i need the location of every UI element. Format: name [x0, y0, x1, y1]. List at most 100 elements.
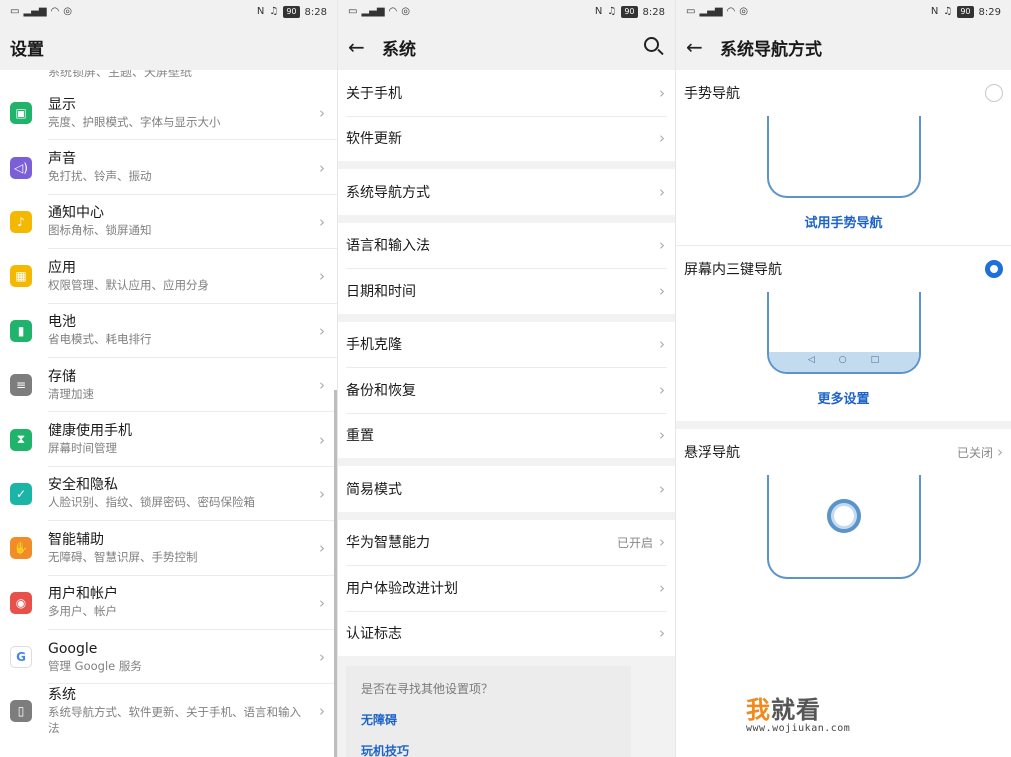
wifi-icon: ◠: [388, 6, 398, 17]
sync-icon: ◎: [63, 6, 72, 17]
system-item[interactable]: 系统导航方式 ›: [338, 169, 675, 215]
system-item[interactable]: 认证标志 ›: [338, 610, 675, 657]
settings-item-title: 用户和帐户: [48, 586, 118, 603]
settings-item-title: 存储: [48, 368, 76, 385]
apps-icon: ▦: [10, 265, 32, 288]
gesture-nav-row[interactable]: 手势导航: [676, 70, 1011, 116]
settings-item[interactable]: ◉ 用户和帐户 多用户、帐户 ›: [0, 576, 337, 630]
system-item-label: 系统导航方式: [346, 184, 430, 201]
back-triangle-icon: ◁: [807, 355, 815, 365]
three-key-nav-radio[interactable]: [985, 260, 1003, 278]
system-item[interactable]: 重置 ›: [338, 412, 675, 459]
system-item-label: 手机克隆: [346, 337, 402, 354]
chevron-right-icon: ›: [659, 380, 665, 399]
settings-item[interactable]: ✋ 智能辅助 无障碍、智慧识屏、手势控制 ›: [0, 521, 337, 576]
more-settings-button[interactable]: 更多设置: [676, 374, 1011, 421]
three-key-nav-option[interactable]: 屏幕内三键导航 ◁ ○ □ 更多设置: [676, 246, 1011, 421]
settings-item-subtitle: 免打扰、铃声、振动: [48, 169, 152, 184]
home-circle-icon: ○: [838, 355, 847, 365]
settings-item[interactable]: ⧗ 健康使用手机 屏幕时间管理 ›: [0, 412, 337, 467]
settings-item[interactable]: G Google 管理 Google 服务 ›: [0, 630, 337, 685]
bell-icon: ♪: [10, 210, 32, 233]
wifi-icon: ◠: [726, 6, 736, 17]
chevron-right-icon: ›: [319, 321, 325, 340]
chevron-right-icon: ›: [659, 236, 665, 255]
try-gesture-button[interactable]: 试用手势导航: [676, 198, 1011, 245]
settings-item-subtitle: 省电模式、耗电排行: [48, 332, 152, 347]
navigation-panel: ▭ ▂▄▆ ◠ ◎ N ♫ 90 8:29 ← 系统导航方式 手势导航 试用手势…: [676, 0, 1011, 757]
status-bar: ▭ ▂▄▆ ◠ ◎ N ♫ 90 8:28: [0, 0, 337, 24]
chevron-right-icon: ›: [319, 593, 325, 612]
gesture-nav-radio[interactable]: [985, 84, 1003, 102]
system-item[interactable]: 关于手机 ›: [338, 70, 675, 116]
settings-item[interactable]: ▯ 系统 系统导航方式、软件更新、关于手机、语言和输入法 ›: [0, 684, 337, 738]
system-item[interactable]: 软件更新 ›: [338, 115, 675, 162]
settings-item-title: 智能辅助: [48, 531, 104, 548]
settings-item[interactable]: ◁) 声音 免打扰、铃声、振动 ›: [0, 140, 337, 195]
settings-group: 手机克隆 › 备份和恢复 › 重置 ›: [338, 321, 675, 459]
back-arrow-icon[interactable]: ←: [348, 35, 382, 59]
chevron-right-icon: ›: [319, 267, 325, 286]
system-item[interactable]: 用户体验改进计划 ›: [338, 565, 675, 611]
settings-item-subtitle: 图标角标、锁屏通知: [48, 223, 152, 238]
settings-group: 系统导航方式 ›: [338, 169, 675, 215]
chevron-right-icon: ›: [319, 648, 325, 667]
float-nav-row[interactable]: 悬浮导航 已关闭 ›: [676, 429, 1011, 475]
settings-item[interactable]: ▣ 显示 亮度、护眼模式、字体与显示大小 ›: [0, 86, 337, 141]
settings-item-subtitle: 屏幕时间管理: [48, 441, 117, 456]
gesture-phone-illustration: [766, 116, 921, 198]
tips-link[interactable]: 玩机技巧: [361, 742, 616, 757]
system-item[interactable]: 语言和输入法 ›: [338, 223, 675, 269]
section-divider: [676, 421, 1011, 429]
chevron-right-icon: ›: [659, 281, 665, 300]
system-item-label: 日期和时间: [346, 283, 416, 300]
nfc-icon: N: [256, 6, 265, 17]
system-item[interactable]: 备份和恢复 ›: [338, 367, 675, 413]
settings-item[interactable]: ≡ 存储 清理加速 ›: [0, 358, 337, 413]
chevron-right-icon: ›: [319, 484, 325, 503]
chevron-right-icon: ›: [659, 578, 665, 597]
settings-item[interactable]: ▮ 电池 省电模式、耗电排行 ›: [0, 304, 337, 358]
settings-group: 语言和输入法 › 日期和时间 ›: [338, 222, 675, 314]
status-bar: ▭ ▂▄▆ ◠ ◎ N ♫ 90 8:28: [338, 0, 675, 24]
accessibility-link[interactable]: 无障碍: [361, 711, 616, 728]
search-icon[interactable]: [643, 36, 665, 58]
chevron-right-icon: ›: [319, 104, 325, 123]
settings-item[interactable]: ♪ 通知中心 图标角标、锁屏通知 ›: [0, 195, 337, 250]
float-phone-illustration: [766, 475, 921, 579]
settings-item[interactable]: ✓ 安全和隐私 人脸识别、指纹、锁屏密码、密码保险箱 ›: [0, 467, 337, 522]
back-arrow-icon[interactable]: ←: [686, 35, 720, 59]
watermark: 我就看 www.wojiukan.com: [746, 690, 850, 734]
system-item-label: 关于手机: [346, 85, 402, 102]
sync-icon: ◎: [739, 6, 748, 17]
battery-icon: ▮: [10, 319, 32, 342]
battery-indicator: 90: [621, 6, 638, 18]
chevron-right-icon: ›: [319, 539, 325, 558]
settings-item-title: 健康使用手机: [48, 423, 132, 440]
settings-item-title: 电池: [48, 314, 76, 331]
gesture-nav-option[interactable]: 手势导航 试用手势导航: [676, 70, 1011, 245]
settings-item[interactable]: ▦ 应用 权限管理、默认应用、应用分身 ›: [0, 249, 337, 304]
hourglass-icon: ⧗: [10, 428, 32, 451]
system-item[interactable]: 简易模式 ›: [338, 466, 675, 512]
three-key-phone-illustration: ◁ ○ □: [766, 292, 921, 374]
system-item[interactable]: 日期和时间 ›: [338, 268, 675, 314]
settings-item-title: 声音: [48, 151, 76, 168]
signal-icon: ▂▄▆: [361, 6, 385, 17]
chevron-right-icon: ›: [659, 533, 665, 552]
three-key-nav-label: 屏幕内三键导航: [684, 262, 782, 278]
watermark-url: www.wojiukan.com: [746, 723, 851, 734]
settings-group: 关于手机 › 软件更新 ›: [338, 70, 675, 161]
sim-icon: ▭: [10, 6, 20, 17]
float-nav-option[interactable]: 悬浮导航 已关闭 ›: [676, 429, 1011, 579]
page-title: 系统导航方式: [720, 39, 822, 60]
google-icon: G: [10, 646, 32, 669]
settings-item-title: 显示: [48, 96, 76, 113]
clock: 8:29: [978, 6, 1001, 18]
three-key-nav-row[interactable]: 屏幕内三键导航: [676, 246, 1011, 292]
app-bar: 设置: [0, 24, 337, 70]
chevron-right-icon: ›: [319, 702, 325, 721]
system-item[interactable]: 华为智慧能力 已开启 ›: [338, 520, 675, 566]
system-item[interactable]: 手机克隆 ›: [338, 322, 675, 368]
app-bar: ← 系统: [338, 24, 675, 70]
